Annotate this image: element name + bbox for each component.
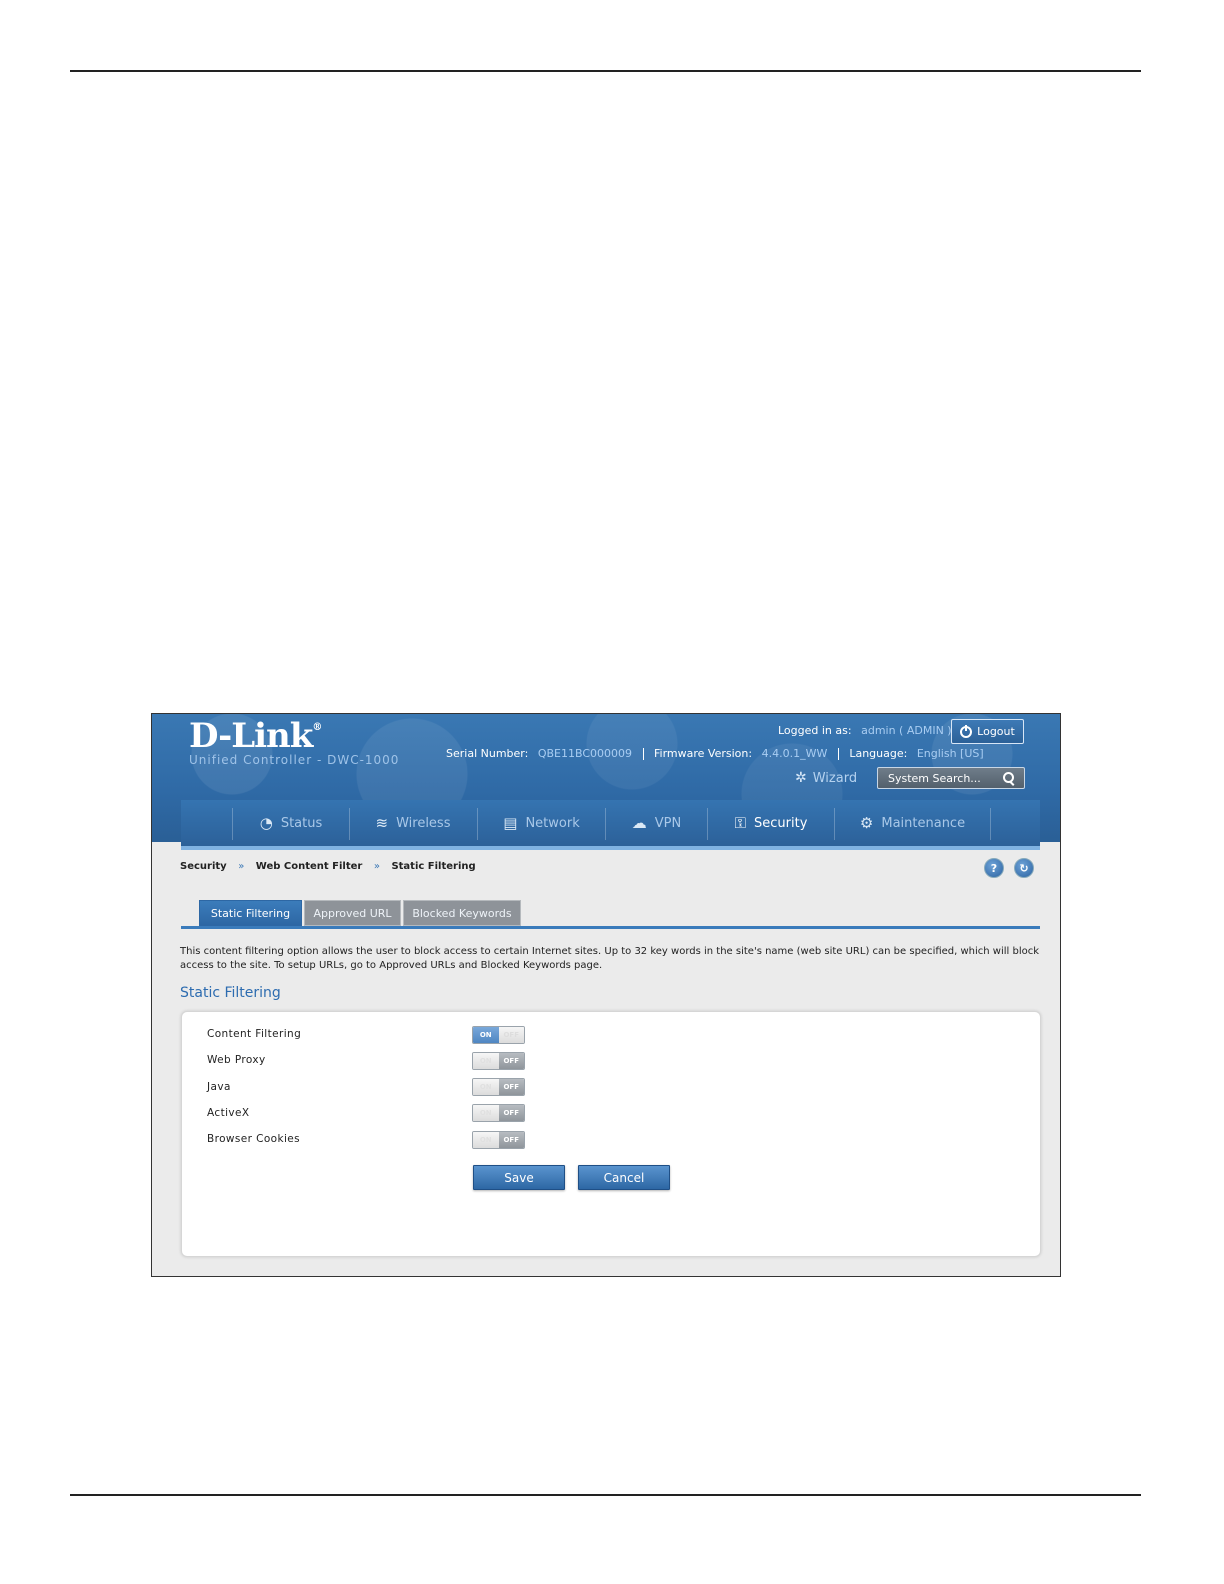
search-icon[interactable] <box>1003 772 1014 783</box>
nav-network-label: Network <box>525 815 580 831</box>
device-info: Serial Number: QBE11BC000009 Firmware Ve… <box>446 747 984 760</box>
cloud-lock-icon: ☁ <box>631 814 647 832</box>
serial-label: Serial Number: <box>446 747 529 760</box>
toggle-on-text: ON <box>473 1132 499 1148</box>
toggle-off-text: OFF <box>498 1079 524 1095</box>
java-toggle[interactable]: ON OFF <box>472 1078 525 1096</box>
nav-status-label: Status <box>280 815 323 831</box>
breadcrumb: Security » Web Content Filter » Static F… <box>180 861 476 872</box>
nav-network[interactable]: ▤ Network <box>478 800 605 846</box>
nav-maintenance-label: Maintenance <box>881 815 966 831</box>
web-proxy-label: Web Proxy <box>207 1054 266 1066</box>
logout-button[interactable]: Logout <box>951 719 1024 744</box>
settings-panel: Content Filtering ON OFF Web Proxy ON OF… <box>181 1011 1041 1257</box>
toggle-on-text: ON <box>473 1079 499 1095</box>
nav-underline <box>181 846 1040 850</box>
dlink-logo: D-Link® <box>189 716 322 756</box>
nav-wireless-label: Wireless <box>396 815 451 831</box>
java-label: Java <box>207 1081 231 1093</box>
firmware-value: 4.4.0.1_WW <box>761 747 828 760</box>
toggle-off-text: OFF <box>498 1105 524 1121</box>
web-proxy-toggle[interactable]: ON OFF <box>472 1052 525 1070</box>
meta-separator <box>642 748 644 760</box>
page-description: This content filtering option allows the… <box>180 946 1040 971</box>
firmware-label: Firmware Version: <box>654 747 753 760</box>
nav-security[interactable]: ⚿ Security <box>708 800 834 846</box>
breadcrumb-separator: » <box>238 861 245 872</box>
top-page-rule <box>70 70 1141 72</box>
cancel-button[interactable]: Cancel <box>578 1165 670 1190</box>
wizard-label: Wizard <box>812 770 858 786</box>
breadcrumb-static-filtering: Static Filtering <box>391 861 476 872</box>
power-icon <box>960 724 973 738</box>
nav-divider <box>990 808 991 840</box>
help-icon[interactable]: ? <box>984 858 1004 878</box>
tab-blocked-keywords[interactable]: Blocked Keywords <box>403 900 521 926</box>
save-button[interactable]: Save <box>473 1165 565 1190</box>
breadcrumb-separator: » <box>373 861 380 872</box>
tab-underline <box>181 926 1040 929</box>
toggle-on-text: ON <box>473 1053 499 1069</box>
nav-vpn-label: VPN <box>654 815 682 831</box>
logout-label: Logout <box>977 725 1015 738</box>
content-filtering-label: Content Filtering <box>207 1028 302 1040</box>
meta-separator <box>837 748 839 760</box>
refresh-icon[interactable]: ↻ <box>1014 858 1034 878</box>
activex-label: ActiveX <box>207 1107 250 1119</box>
browser-cookies-label: Browser Cookies <box>207 1133 300 1145</box>
language-label: Language: <box>849 747 908 760</box>
bottom-page-rule <box>70 1494 1141 1496</box>
content-filtering-toggle[interactable]: ON OFF <box>472 1026 525 1044</box>
tab-static-filtering[interactable]: Static Filtering <box>199 900 302 926</box>
main-navigation: ◔ Status ≋ Wireless ▤ Network ☁ VPN ⚿ Se… <box>181 800 1040 850</box>
nav-status[interactable]: ◔ Status <box>233 800 349 846</box>
logged-in-user: admin ( ADMIN ) <box>861 724 952 737</box>
logged-in-label: Logged in as: <box>778 724 852 737</box>
serial-value: QBE11BC000009 <box>537 747 633 760</box>
breadcrumb-security[interactable]: Security <box>180 861 227 872</box>
wifi-icon: ≋ <box>375 814 389 832</box>
wand-icon: ✲ <box>795 770 807 786</box>
nav-maintenance[interactable]: ⚙ Maintenance <box>835 800 990 846</box>
login-info: Logged in as: admin ( ADMIN ) <box>778 724 952 737</box>
section-title: Static Filtering <box>180 985 281 1001</box>
wizard-link[interactable]: ✲ Wizard <box>795 770 857 786</box>
server-icon: ▤ <box>503 814 518 832</box>
nav-wireless[interactable]: ≋ Wireless <box>350 800 476 846</box>
search-placeholder: System Search... <box>888 771 981 785</box>
screenshot-frame: D-Link® Unified Controller - DWC-1000 Lo… <box>151 713 1061 1277</box>
gears-icon: ⚙ <box>859 814 874 832</box>
language-select[interactable]: English [US] <box>917 747 984 760</box>
speedometer-icon: ◔ <box>259 814 273 832</box>
product-subtitle: Unified Controller - DWC-1000 <box>189 753 400 767</box>
toggle-on-text: ON <box>473 1027 499 1043</box>
toggle-off-text: OFF <box>498 1027 524 1043</box>
breadcrumb-web-content-filter[interactable]: Web Content Filter <box>256 861 363 872</box>
toggle-off-text: OFF <box>498 1053 524 1069</box>
toggle-off-text: OFF <box>498 1132 524 1148</box>
system-search-input[interactable]: System Search... <box>877 767 1025 789</box>
nav-vpn[interactable]: ☁ VPN <box>606 800 707 846</box>
lock-icon: ⚿ <box>734 814 747 832</box>
tab-approved-url[interactable]: Approved URL <box>304 900 401 926</box>
nav-security-label: Security <box>754 815 808 831</box>
toggle-on-text: ON <box>473 1105 499 1121</box>
browser-cookies-toggle[interactable]: ON OFF <box>472 1131 525 1149</box>
activex-toggle[interactable]: ON OFF <box>472 1104 525 1122</box>
